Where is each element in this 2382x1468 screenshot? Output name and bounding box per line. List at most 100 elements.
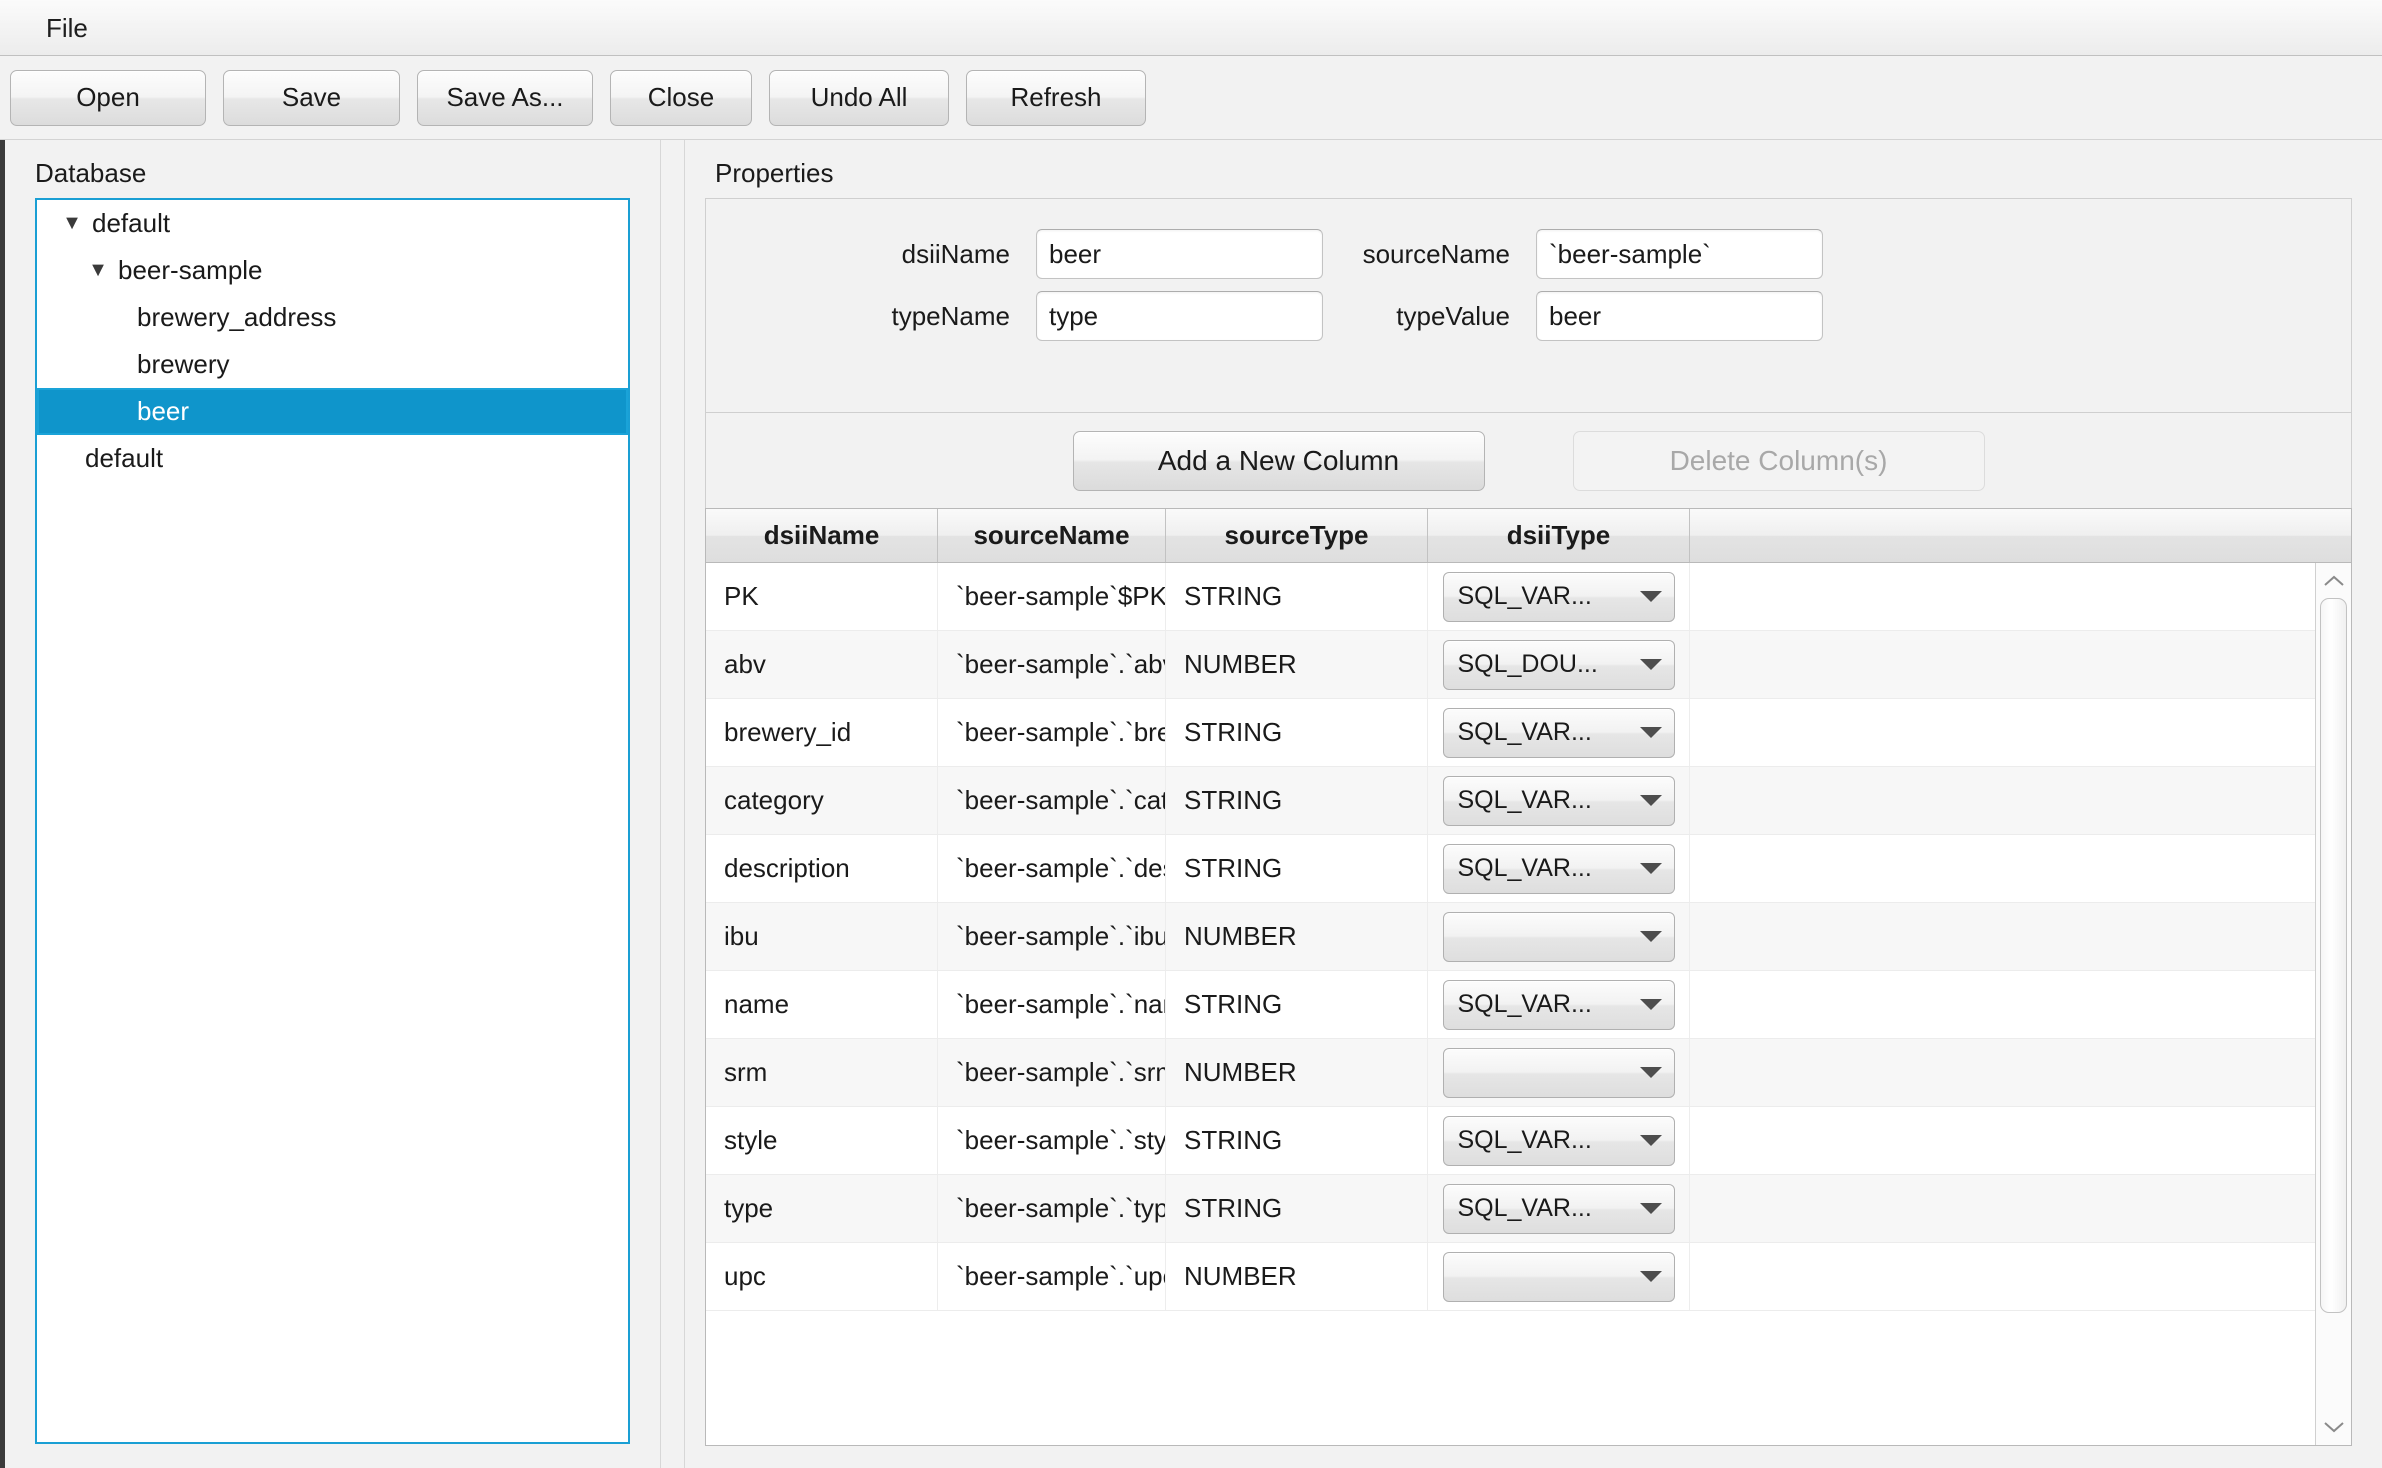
save-button[interactable]: Save	[223, 69, 400, 126]
cell-dsii-name: abv	[706, 631, 938, 698]
dsii-type-dropdown[interactable]: SQL_VAR...	[1442, 1115, 1675, 1166]
dsii-type-dropdown[interactable]: SQL_DOU...	[1442, 639, 1675, 690]
table-body: PK `beer-sample`$PK STRING SQL_VAR... abv `be…	[706, 563, 2351, 1445]
cell-dsii-type: SQL_DOU...	[1428, 631, 1690, 698]
cell-source-name: `beer-sample`.`cat	[938, 767, 1166, 834]
type-name-label: typeName	[891, 300, 1011, 331]
dsii-type-dropdown[interactable]: SQL_VAR...	[1442, 843, 1675, 894]
tree-item-label: brewery_address	[137, 302, 337, 332]
dsii-type-dropdown[interactable]: SQL_VAR...	[1442, 775, 1675, 826]
menu-item-file[interactable]: File	[36, 11, 98, 45]
scrollbar-track[interactable]	[2316, 595, 2351, 1413]
cell-source-name: `beer-sample`.`typ	[938, 1175, 1166, 1242]
chevron-down-icon[interactable]	[1639, 1067, 1662, 1078]
columns-table: dsiiName sourceName sourceType dsiiType …	[705, 508, 2352, 1446]
table-row[interactable]: description `beer-sample`.`des STRING SQL_V…	[706, 835, 2315, 903]
scrollbar-thumb[interactable]	[2320, 598, 2347, 1313]
chevron-down-icon[interactable]	[1639, 795, 1662, 806]
cell-source-type: NUMBER	[1166, 631, 1428, 698]
type-value-input[interactable]	[1536, 291, 1823, 341]
undo-all-button[interactable]: Undo All	[769, 69, 949, 126]
save-as-button[interactable]: Save As...	[417, 69, 593, 126]
tree-item-brewery-address[interactable]: brewery_address	[37, 294, 628, 341]
chevron-down-icon[interactable]: ▼	[85, 259, 111, 282]
dsii-type-dropdown-value: SQL_VAR...	[1457, 990, 1592, 1018]
cell-dsii-name: ibu	[706, 903, 938, 970]
cell-source-type: STRING	[1166, 835, 1428, 902]
chevron-down-icon[interactable]	[1639, 591, 1662, 602]
database-panel: Database ▼ default ▼ beer-sample brewery…	[0, 140, 660, 1468]
database-tree[interactable]: ▼ default ▼ beer-sample brewery_address …	[35, 198, 630, 1444]
scroll-up-arrow-icon[interactable]	[2316, 567, 2351, 595]
table-vertical-scrollbar[interactable]	[2315, 563, 2351, 1445]
add-new-column-button[interactable]: Add a New Column	[1072, 430, 1485, 491]
tree-item-beer[interactable]: beer	[37, 388, 628, 435]
column-header-source-name[interactable]: sourceName	[938, 509, 1166, 562]
cell-filler	[1690, 971, 2315, 1038]
chevron-down-icon[interactable]: ▼	[59, 212, 85, 235]
chevron-down-icon[interactable]	[1639, 1271, 1662, 1282]
dsii-type-dropdown[interactable]: SQL_VAR...	[1442, 1183, 1675, 1234]
cell-source-type: NUMBER	[1166, 1039, 1428, 1106]
chevron-down-icon[interactable]	[1639, 727, 1662, 738]
table-row[interactable]: upc `beer-sample`.`upc NUMBER	[706, 1243, 2315, 1311]
refresh-button[interactable]: Refresh	[966, 69, 1146, 126]
cell-filler	[1690, 631, 2315, 698]
type-value-label: typeValue	[1396, 300, 1510, 331]
dsii-type-dropdown[interactable]: SQL_VAR...	[1442, 571, 1675, 622]
tree-item-beer-sample[interactable]: ▼ beer-sample	[37, 247, 628, 294]
panel-splitter[interactable]	[660, 140, 685, 1468]
type-name-input[interactable]	[1036, 291, 1323, 341]
table-row[interactable]: style `beer-sample`.`sty STRING SQL_VAR...	[706, 1107, 2315, 1175]
dsii-type-dropdown-value: SQL_VAR...	[1457, 1194, 1592, 1222]
cell-filler	[1690, 1107, 2315, 1174]
tree-item-brewery[interactable]: brewery	[37, 341, 628, 388]
column-header-dsii-type[interactable]: dsiiType	[1428, 509, 1690, 562]
cell-dsii-type: SQL_VAR...	[1428, 971, 1690, 1038]
table-row[interactable]: category `beer-sample`.`cat STRING SQL_VAR.…	[706, 767, 2315, 835]
chevron-down-icon[interactable]	[1639, 1203, 1662, 1214]
column-header-filler[interactable]	[1690, 509, 2351, 562]
dsii-type-dropdown[interactable]	[1442, 911, 1675, 962]
chevron-down-icon[interactable]	[1639, 863, 1662, 874]
chevron-down-icon[interactable]	[1639, 1135, 1662, 1146]
dsii-type-dropdown[interactable]: SQL_VAR...	[1442, 707, 1675, 758]
table-row[interactable]: PK `beer-sample`$PK STRING SQL_VAR...	[706, 563, 2315, 631]
dsii-type-dropdown-value: SQL_VAR...	[1457, 854, 1592, 882]
tree-item-default-root[interactable]: ▼ default	[37, 200, 628, 247]
open-button[interactable]: Open	[10, 69, 206, 126]
cell-source-type: NUMBER	[1166, 903, 1428, 970]
tree-item-default-bucket[interactable]: default	[37, 435, 628, 482]
source-name-input[interactable]	[1536, 229, 1823, 279]
scroll-down-arrow-icon[interactable]	[2316, 1413, 2351, 1441]
dsii-type-dropdown[interactable]	[1442, 1047, 1675, 1098]
cell-dsii-type: SQL_VAR...	[1428, 699, 1690, 766]
chevron-down-icon[interactable]	[1639, 659, 1662, 670]
table-row[interactable]: type `beer-sample`.`typ STRING SQL_VAR...	[706, 1175, 2315, 1243]
dsii-type-dropdown[interactable]	[1442, 1251, 1675, 1302]
table-row[interactable]: abv `beer-sample`.`abv NUMBER SQL_DOU...	[706, 631, 2315, 699]
dsii-type-dropdown-value: SQL_VAR...	[1457, 582, 1592, 610]
cell-source-name: `beer-sample`.`ibu	[938, 903, 1166, 970]
cell-dsii-name: description	[706, 835, 938, 902]
dsii-type-dropdown-value: SQL_VAR...	[1457, 718, 1592, 746]
chevron-down-icon[interactable]	[1639, 999, 1662, 1010]
main-content: Database ▼ default ▼ beer-sample brewery…	[0, 140, 2382, 1468]
column-header-dsii-name[interactable]: dsiiName	[706, 509, 938, 562]
cell-source-type: STRING	[1166, 699, 1428, 766]
column-header-source-type[interactable]: sourceType	[1166, 509, 1428, 562]
dsii-name-input[interactable]	[1036, 229, 1323, 279]
tree-item-label: brewery	[137, 349, 230, 379]
dsii-type-dropdown[interactable]: SQL_VAR...	[1442, 979, 1675, 1030]
cell-dsii-type	[1428, 1243, 1690, 1310]
cell-dsii-name: category	[706, 767, 938, 834]
table-row[interactable]: srm `beer-sample`.`srm NUMBER	[706, 1039, 2315, 1107]
table-row[interactable]: ibu `beer-sample`.`ibu NUMBER	[706, 903, 2315, 971]
application-window: File Open Save Save As... Close Undo All…	[0, 0, 2382, 1468]
close-button[interactable]: Close	[610, 69, 752, 126]
cell-dsii-type	[1428, 903, 1690, 970]
cell-dsii-name: srm	[706, 1039, 938, 1106]
table-row[interactable]: brewery_id `beer-sample`.`bre STRING SQL_VA…	[706, 699, 2315, 767]
table-row[interactable]: name `beer-sample`.`nam STRING SQL_VAR...	[706, 971, 2315, 1039]
chevron-down-icon[interactable]	[1639, 931, 1662, 942]
